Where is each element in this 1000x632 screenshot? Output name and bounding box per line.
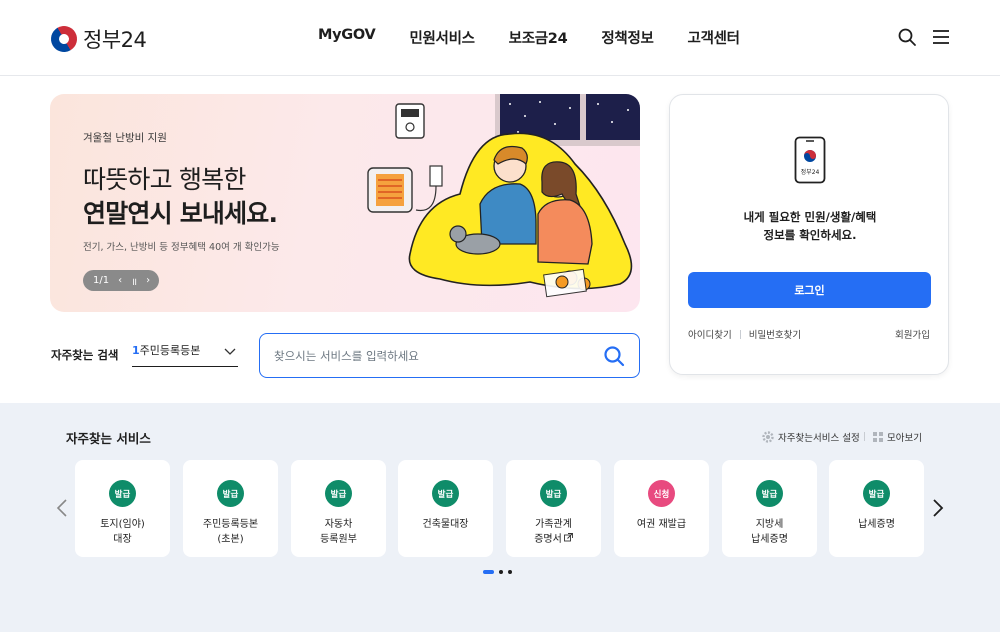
service-card-passport-reissue[interactable]: 신청 여권 재발급 [614,460,709,557]
service-label: 건축물대장 [422,519,469,530]
carousel-pagination [483,570,512,574]
login-button[interactable]: 로그인 [688,272,931,308]
service-badge: 발급 [217,480,244,507]
taegeuk-emblem-icon [46,21,82,57]
menu-icon[interactable] [931,27,951,47]
view-all-label: 모아보기 [887,433,922,444]
favorite-search-rank: 1 [132,344,140,357]
services-setting-button[interactable]: 자주찾는서비스 설정 [762,430,860,444]
service-badge: 신청 [648,480,675,507]
chevron-left-icon[interactable] [55,498,69,518]
search-submit-icon[interactable] [603,345,625,367]
header: 정부24 MyGOV 민원서비스 보조금24 정책정보 고객센터 [0,0,1000,76]
banner-pause-button[interactable]: ॥ [131,274,137,288]
link-divider [739,329,741,339]
service-card-tax-certificate[interactable]: 발급 납세증명 [829,460,924,557]
banner-description: 전기, 가스, 난방비 등 정부혜택 40여 개 확인가능 [83,242,280,253]
banner-title-line2: 연말연시 보내세요. [83,199,278,228]
search-icon[interactable] [897,27,917,47]
signup-link[interactable]: 회원가입 [895,327,930,341]
service-badge: 발급 [756,480,783,507]
gear-icon [762,431,774,443]
banner-next-button[interactable]: › [146,275,150,286]
find-id-link[interactable]: 아이디찾기 [688,327,732,341]
frequent-services-section: 자주찾는 서비스 자주찾는서비스 설정 모아보기 발급 토지(임야) 대장 발급 … [0,403,1000,632]
service-badge: 발급 [325,480,352,507]
nav-item-civil-services[interactable]: 민원서비스 [409,27,475,48]
service-badge: 발급 [432,480,459,507]
pagination-dot-3[interactable] [508,570,512,574]
nav-item-subsidy24[interactable]: 보조금24 [509,27,568,48]
login-card: 정부24 내게 필요한 민원/생활/혜택 정보를 확인하세요. 로그인 아이디찾… [669,94,949,375]
search-box [259,333,640,378]
search-input[interactable] [274,346,594,366]
service-label: 자동차 등록원부 [320,519,357,545]
banner-title-line1: 따뜻하고 행복한 [83,165,246,194]
grid-icon [873,432,883,442]
service-label: 토지(임야) 대장 [100,519,145,545]
site-logo[interactable]: 정부24 [46,21,147,57]
services-setting-label: 자주찾는서비스 설정 [778,433,860,444]
login-message-line2: 정보를 확인하세요. [763,228,857,242]
banner-prev-button[interactable]: ‹ [118,275,122,286]
promo-banner[interactable]: 겨울철 난방비 지원 따뜻하고 행복한 연말연시 보내세요. 전기, 가스, 난… [50,94,640,312]
service-label: 가족관계 증명서 [534,519,573,545]
service-card-vehicle-register[interactable]: 발급 자동차 등록원부 [291,460,386,557]
service-card-land-register[interactable]: 발급 토지(임야) 대장 [75,460,170,557]
mobile-phone-icon: 정부24 [794,136,826,184]
service-label: 납세증명 [858,519,895,530]
banner-illustration [367,94,640,298]
service-badge: 발급 [863,480,890,507]
nav-item-customer-center[interactable]: 고객센터 [688,27,740,48]
chevron-down-icon [224,348,236,355]
service-card-family-certificate[interactable]: 발급 가족관계 증명서 [506,460,601,557]
banner-counter: 1/1 [93,275,110,286]
banner-controls: 1/1 ‹ ॥ › [83,270,159,291]
find-password-link[interactable]: 비밀번호찾기 [749,327,801,341]
phone-label: 정부24 [801,169,820,176]
chevron-right-icon[interactable] [931,498,945,518]
service-card-local-tax-certificate[interactable]: 발급 지방세 납세증명 [722,460,817,557]
service-label: 지방세 납세증명 [751,519,788,545]
divider [864,432,865,441]
services-title: 자주찾는 서비스 [66,431,151,446]
service-label: 여권 재발급 [636,519,687,530]
nav-item-mygov[interactable]: MyGOV [318,27,376,48]
favorite-search-label: 자주찾는 검색 [51,348,119,362]
service-label: 주민등록등본 (초본) [202,519,259,545]
login-links: 아이디찾기 비밀번호찾기 [688,327,801,341]
banner-subtitle: 겨울철 난방비 지원 [83,132,167,144]
main-nav: MyGOV 민원서비스 보조금24 정책정보 고객센터 [318,27,774,48]
external-link-icon [563,533,573,542]
logo-text: 정부24 [83,28,147,52]
view-all-button[interactable]: 모아보기 [873,430,922,444]
login-message-line1: 내게 필요한 민원/생활/혜택 [743,210,877,224]
favorite-search-select[interactable]: 1주민등록등본 [132,342,238,367]
pagination-dot-2[interactable] [499,570,503,574]
nav-item-policy-info[interactable]: 정책정보 [601,27,653,48]
favorite-search-value: 주민등록등본 [139,344,201,357]
service-badge: 발급 [109,480,136,507]
pagination-dot-1[interactable] [483,570,494,574]
service-card-building-register[interactable]: 발급 건축물대장 [398,460,493,557]
service-badge: 발급 [540,480,567,507]
service-card-resident-register[interactable]: 발급 주민등록등본 (초본) [183,460,278,557]
